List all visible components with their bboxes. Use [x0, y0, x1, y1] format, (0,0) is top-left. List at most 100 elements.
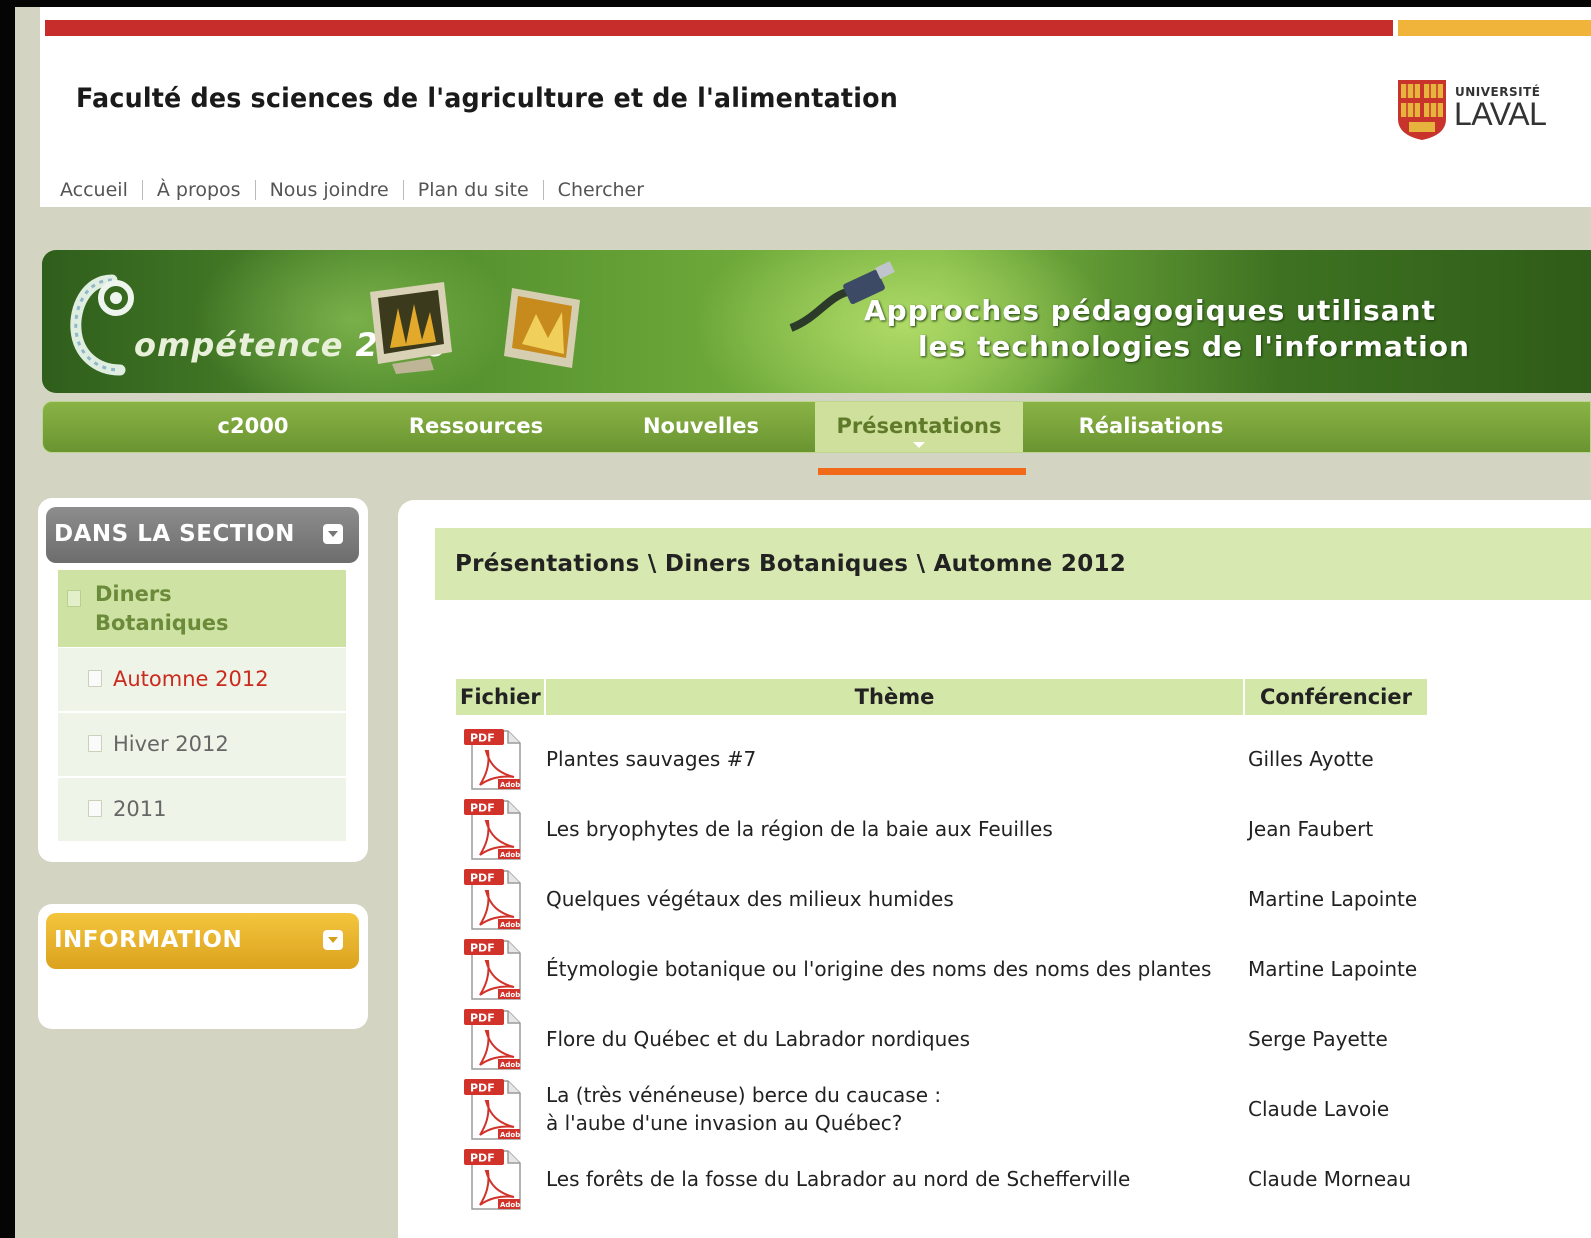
table-row: PDF Adobe Les bryophytes de la région de…	[460, 799, 1460, 869]
theme-text: Quelques végétaux des milieux humides	[546, 887, 954, 911]
theme-cell[interactable]: La (très vénéneuse) berce du caucase : à …	[546, 1081, 941, 1137]
svg-text:PDF: PDF	[470, 802, 495, 815]
theme-text-line2: à l'aube d'une invasion au Québec?	[546, 1111, 903, 1135]
document-icon	[88, 735, 102, 752]
sidebar-item-automne-2012[interactable]: Automne 2012	[58, 648, 346, 712]
breadcrumb: Présentations \ Diners Botaniques \ Auto…	[435, 528, 1591, 600]
topnav-divider	[254, 180, 256, 200]
site-header: Faculté des sciences de l'agriculture et…	[40, 7, 1591, 207]
topnav-accueil[interactable]: Accueil	[60, 179, 128, 201]
pdf-file-icon[interactable]: PDF Adobe	[462, 1077, 524, 1141]
topnav-plan-du-site[interactable]: Plan du site	[418, 179, 529, 201]
universite-laval-logo[interactable]: UNIVERSITÉ LAVAL	[1397, 77, 1591, 147]
svg-text:Adobe: Adobe	[500, 1201, 524, 1209]
laval-shield-icon	[1398, 80, 1446, 140]
pdf-file-icon[interactable]: PDF Adobe	[462, 797, 524, 861]
header-gold-bar	[1398, 20, 1591, 36]
theme-cell[interactable]: Les forêts de la fosse du Labrador au no…	[546, 1165, 1130, 1193]
svg-text:Adobe: Adobe	[500, 1131, 524, 1139]
collapse-toggle-icon[interactable]	[323, 930, 343, 950]
topnav-chercher[interactable]: Chercher	[558, 179, 644, 201]
pdf-file-icon[interactable]: PDF Adobe	[462, 1147, 524, 1211]
monitor-image-icon	[370, 282, 452, 374]
theme-text: Les forêts de la fosse du Labrador au no…	[546, 1167, 1131, 1191]
nav-presentations[interactable]: Présentations	[815, 402, 1023, 452]
svg-text:PDF: PDF	[470, 1152, 495, 1165]
nav-realisations[interactable]: Réalisations	[1066, 402, 1236, 452]
svg-text:Adobe: Adobe	[500, 851, 524, 859]
svg-text:PDF: PDF	[470, 942, 495, 955]
active-tab-underline	[818, 468, 1026, 475]
topnav-a-propos[interactable]: À propos	[157, 179, 241, 201]
document-icon	[67, 590, 81, 607]
svg-text:PDF: PDF	[470, 1012, 495, 1025]
table-row: PDF Adobe La (très vénéneuse) berce du c…	[460, 1079, 1460, 1149]
theme-text: Flore du Québec et du Labrador nordiques	[546, 1027, 970, 1051]
banner-glow-left	[192, 250, 512, 393]
svg-text:PDF: PDF	[470, 872, 495, 885]
sidebar-item-label: Automne 2012	[113, 667, 269, 691]
main-nav: c2000 Ressources Nouvelles Présentations…	[42, 401, 1591, 453]
logo-laval-text: LAVAL	[1454, 96, 1547, 132]
nav-c2000[interactable]: c2000	[193, 402, 313, 452]
svg-text:PDF: PDF	[470, 1082, 495, 1095]
header-red-bar	[45, 20, 1393, 36]
sidebar-parent-label: Diners Botaniques	[95, 582, 229, 635]
topnav-divider	[141, 180, 143, 200]
banner-tagline-line1: Approches pédagogiques utilisant	[864, 294, 1436, 327]
column-header-theme: Thème	[546, 679, 1243, 715]
svg-text:Adobe: Adobe	[500, 991, 524, 999]
information-title: INFORMATION	[54, 927, 243, 953]
sidebar-item-hiver-2012[interactable]: Hiver 2012	[58, 713, 346, 777]
table-row: PDF Adobe Plantes sauvages #7 Gilles Ayot…	[460, 729, 1460, 799]
banner-brand-prefix: ompétence	[134, 326, 344, 364]
sidebar-item-label: 2011	[113, 797, 167, 821]
nav-nouvelles[interactable]: Nouvelles	[631, 402, 771, 452]
speaker-cell: Claude Morneau	[1248, 1167, 1412, 1191]
document-icon	[88, 670, 102, 687]
theme-cell[interactable]: Étymologie botanique ou l'origine des no…	[546, 955, 1211, 983]
sidebar-item-diners-botaniques[interactable]: Diners Botaniques	[58, 570, 346, 648]
theme-cell[interactable]: Plantes sauvages #7	[546, 745, 756, 773]
banner-tagline-line2: les technologies de l'information	[918, 330, 1470, 363]
svg-text:PDF: PDF	[470, 732, 495, 745]
sidebar-item-label: Hiver 2012	[113, 732, 229, 756]
table-row: PDF Adobe Quelques végétaux des milieux …	[460, 869, 1460, 939]
active-caret-icon	[913, 442, 925, 448]
theme-cell[interactable]: Quelques végétaux des milieux humides	[546, 885, 954, 913]
pdf-file-icon[interactable]: PDF Adobe	[462, 1007, 524, 1071]
sidebar-item-2011[interactable]: 2011	[58, 778, 346, 842]
speaker-cell: Martine Lapointe	[1248, 957, 1418, 981]
svg-text:Adobe: Adobe	[500, 781, 524, 789]
theme-text: La (très vénéneuse) berce du caucase :	[546, 1083, 942, 1107]
topnav-divider	[402, 180, 404, 200]
information-header[interactable]: INFORMATION	[46, 913, 359, 969]
competence-c-logo-icon	[70, 274, 134, 376]
topnav-divider	[542, 180, 544, 200]
top-utility-nav: Accueil À propos Nous joindre Plan du si…	[60, 179, 644, 201]
svg-text:Adobe: Adobe	[500, 1061, 524, 1069]
faculty-title[interactable]: Faculté des sciences de l'agriculture et…	[76, 83, 898, 114]
section-sidebar-title: DANS LA SECTION	[54, 521, 295, 547]
pdf-file-icon[interactable]: PDF Adobe	[462, 937, 524, 1001]
speaker-cell: Jean Faubert	[1248, 817, 1374, 841]
speaker-cell: Martine Lapointe	[1248, 887, 1418, 911]
theme-cell[interactable]: Les bryophytes de la région de la baie a…	[546, 815, 1053, 843]
theme-text: Étymologie botanique ou l'origine des no…	[546, 957, 1212, 981]
collapse-toggle-icon[interactable]	[323, 524, 343, 544]
pdf-file-icon[interactable]: PDF Adobe	[462, 867, 524, 931]
speaker-cell: Gilles Ayotte	[1248, 747, 1374, 771]
section-sidebar-header[interactable]: DANS LA SECTION	[46, 507, 359, 563]
table-row: PDF Adobe Flore du Québec et du Labrador…	[460, 1009, 1460, 1079]
nav-ressources[interactable]: Ressources	[401, 402, 551, 452]
topnav-nous-joindre[interactable]: Nous joindre	[270, 179, 389, 201]
page: Faculté des sciences de l'agriculture et…	[15, 7, 1591, 1238]
column-header-conferencier: Conférencier	[1245, 679, 1427, 715]
svg-text:Adobe: Adobe	[500, 921, 524, 929]
theme-cell[interactable]: Flore du Québec et du Labrador nordiques	[546, 1025, 970, 1053]
monitor-image-icon	[504, 288, 580, 368]
theme-text: Plantes sauvages #7	[546, 747, 757, 771]
competence-2000-banner[interactable]: ompétence 2000 Approches pédagogiques ut…	[42, 250, 1591, 393]
pdf-file-icon[interactable]: PDF Adobe	[462, 727, 524, 791]
theme-text: Les bryophytes de la région de la baie a…	[546, 817, 1053, 841]
